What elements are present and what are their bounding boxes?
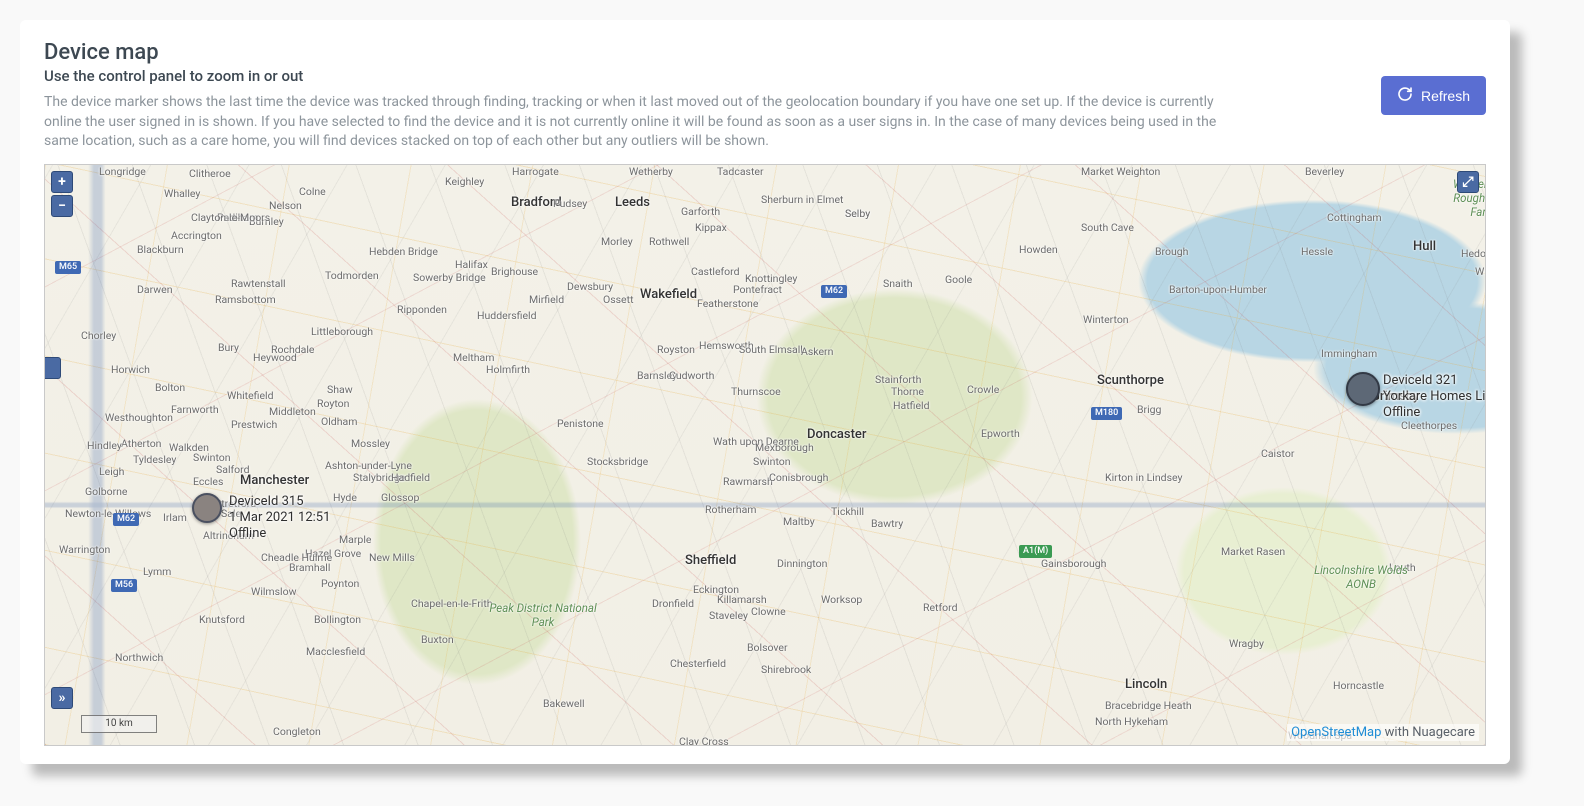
- header-text-block: Device map Use the control panel to zoom…: [44, 40, 1361, 152]
- refresh-label: Refresh: [1421, 88, 1470, 104]
- page-description: The device marker shows the last time th…: [44, 93, 1224, 152]
- zoom-in-button[interactable]: +: [51, 171, 73, 193]
- openstreetmap-link[interactable]: OpenStreetMap: [1291, 725, 1381, 740]
- device-marker[interactable]: [192, 493, 222, 523]
- zoom-out-button[interactable]: −: [51, 195, 73, 217]
- layer-panel-toggle[interactable]: [45, 357, 61, 379]
- device-marker[interactable]: [1346, 372, 1380, 406]
- header-row: Device map Use the control panel to zoom…: [44, 40, 1486, 152]
- map-container[interactable]: LeedsBradfordManchesterWakefieldSheffiel…: [44, 164, 1486, 746]
- map-attribution: OpenStreetMap with Nuagecare: [1287, 724, 1479, 741]
- map-tiles[interactable]: [45, 165, 1485, 745]
- collapse-panel-button[interactable]: »: [51, 687, 73, 709]
- refresh-button[interactable]: Refresh: [1381, 76, 1486, 115]
- page-subtitle: Use the control panel to zoom in or out: [44, 67, 1361, 85]
- attribution-suffix: with Nuagecare: [1381, 725, 1475, 740]
- scale-bar: 10 km: [81, 715, 157, 733]
- page-title: Device map: [44, 40, 1361, 65]
- device-map-card: Device map Use the control panel to zoom…: [20, 20, 1510, 764]
- refresh-icon: [1397, 86, 1413, 105]
- fullscreen-button[interactable]: ⤢: [1457, 171, 1479, 193]
- zoom-controls: + −: [51, 171, 73, 217]
